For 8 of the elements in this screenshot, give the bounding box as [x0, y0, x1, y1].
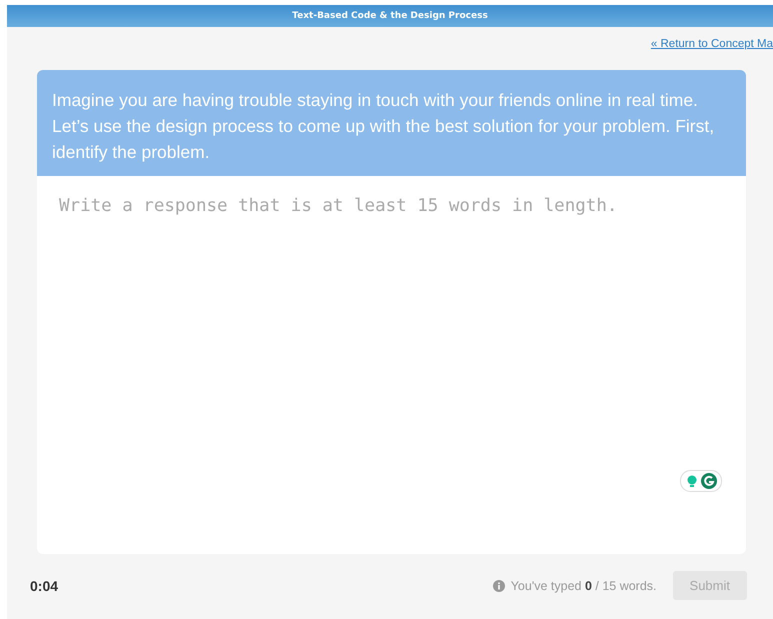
response-field[interactable]: Write a response that is at least 15 words in length.: [37, 176, 746, 554]
header-bar: Text-Based Code & the Design Process: [7, 5, 773, 27]
info-icon: [492, 580, 505, 592]
assistant-icon[interactable]: [680, 470, 722, 492]
timer: 0:04: [30, 578, 58, 594]
return-link[interactable]: « Return to Concept Ma: [650, 38, 773, 62]
word-count: You've typed 0 / 15 words.: [510, 578, 657, 592]
prompt-text: Imagine you are having trouble staying in touch with your friends online in real time. Let’s use the design process to come up with the best solution for your problem. First, identify the problem.: [37, 70, 746, 176]
